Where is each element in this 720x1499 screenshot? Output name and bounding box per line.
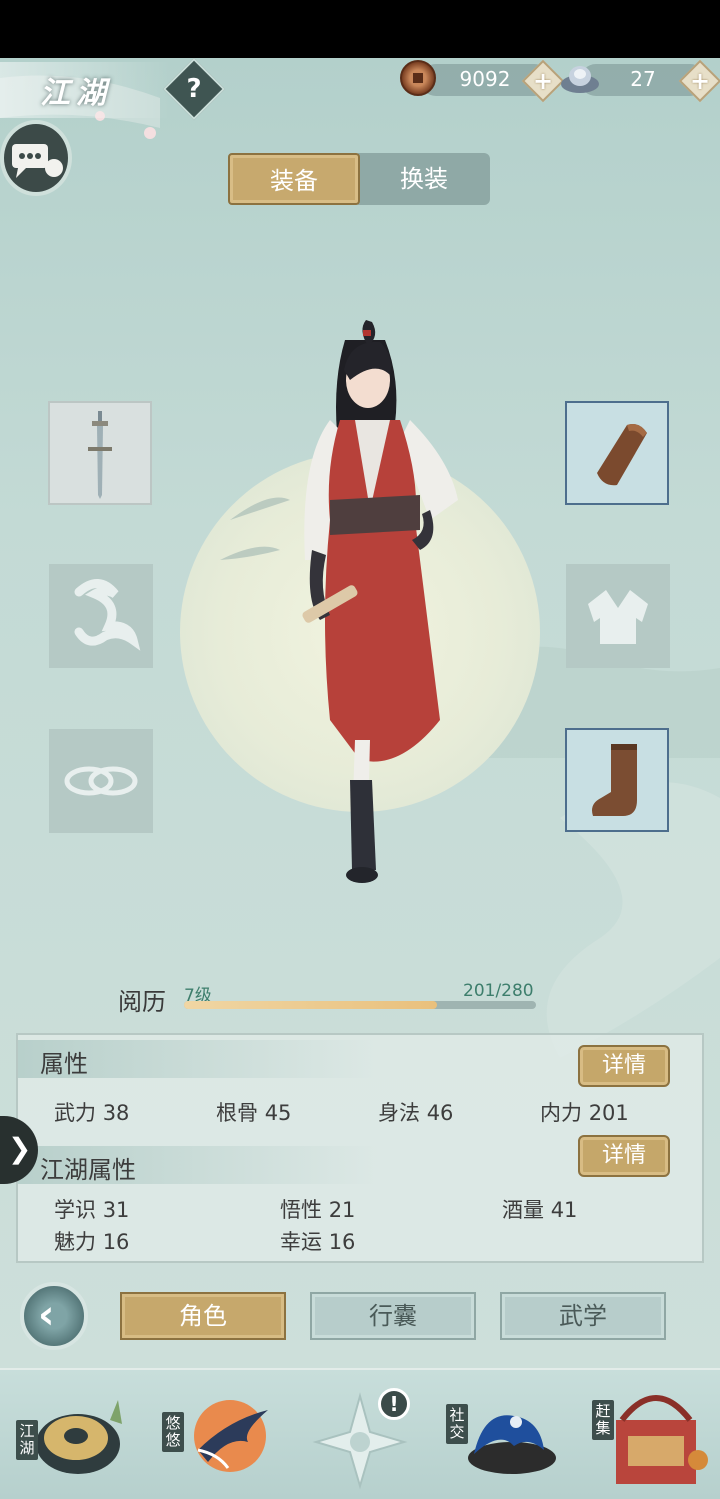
boots-slot[interactable] (565, 728, 669, 832)
dock-market[interactable]: 赶集 (588, 1380, 718, 1492)
chat-bubble-icon (12, 144, 63, 178)
back-arrow-icon: ‹ (38, 1292, 55, 1338)
bracer-slot[interactable] (565, 401, 669, 505)
dock-center[interactable] (300, 1380, 430, 1492)
experience-bar-fill (184, 1001, 438, 1009)
dock-youyou[interactable]: 悠悠 (158, 1380, 288, 1492)
attribute-luck: 幸运 16 (280, 1230, 356, 1254)
armor-slot[interactable] (566, 564, 670, 668)
page-title: 江湖 (40, 76, 112, 111)
attribute-bone: 根骨 45 (216, 1101, 292, 1125)
bracer-icon (597, 424, 647, 486)
experience-bar (184, 1001, 536, 1009)
back-button[interactable]: ‹ (20, 1282, 88, 1350)
attribute-force: 武力 38 (54, 1101, 130, 1125)
tab-bag[interactable]: 行囊 (310, 1292, 476, 1340)
tab-outfit[interactable]: 换装 (358, 153, 490, 205)
chat-button[interactable] (0, 120, 72, 196)
dock-youyou-label: 悠悠 (162, 1412, 184, 1452)
dock-jianghu-label: 江湖 (16, 1420, 38, 1460)
weapon-slot[interactable] (48, 401, 152, 505)
help-icon: ? (186, 74, 202, 104)
cloud-icon (74, 579, 141, 651)
dock-social-label: 社交 (446, 1404, 468, 1444)
plus-icon: + (689, 67, 711, 95)
status-bar (0, 0, 720, 58)
ring-slot[interactable] (49, 729, 153, 833)
attribute-charm: 魅力 16 (54, 1230, 130, 1254)
experience-label: 阅历 (118, 988, 166, 1016)
experience-count: 201/280 (463, 981, 534, 1001)
attribute-drinking: 酒量 41 (502, 1198, 578, 1222)
robe-icon (588, 590, 648, 644)
tab-martial-arts[interactable]: 武学 (500, 1292, 666, 1340)
character-figure[interactable] (180, 300, 540, 900)
plus-icon: + (532, 67, 554, 95)
sword-icon (88, 411, 112, 499)
silver-ingot-icon (561, 66, 599, 93)
accessory-slot[interactable] (49, 564, 153, 668)
attribute-inner-power: 内力 201 (540, 1101, 629, 1125)
attribute-title: 属性 (40, 1050, 88, 1078)
dock-jianghu[interactable]: 江湖 (10, 1380, 140, 1492)
tab-equipment[interactable]: 装备 (228, 153, 360, 205)
chevron-right-icon: ❯ (8, 1132, 32, 1165)
attribute-detail-button[interactable]: 详情 (578, 1045, 670, 1087)
copper-coin-icon (400, 60, 436, 96)
notification-badge: ! (378, 1388, 410, 1420)
attribute-comprehension: 悟性 21 (280, 1198, 356, 1222)
jianghu-attribute-title: 江湖属性 (40, 1156, 136, 1184)
attribute-agility: 身法 46 (378, 1101, 454, 1125)
dock-social[interactable]: 社交 (444, 1380, 574, 1492)
jianghu-detail-button[interactable]: 详情 (578, 1135, 670, 1177)
tab-role[interactable]: 角色 (120, 1292, 286, 1340)
attribute-knowledge: 学识 31 (54, 1198, 130, 1222)
ring-icon (64, 766, 138, 796)
dock-market-label: 赶集 (592, 1400, 614, 1440)
boot-icon (592, 744, 637, 816)
equip-tabs: 换装 装备 (228, 153, 492, 205)
